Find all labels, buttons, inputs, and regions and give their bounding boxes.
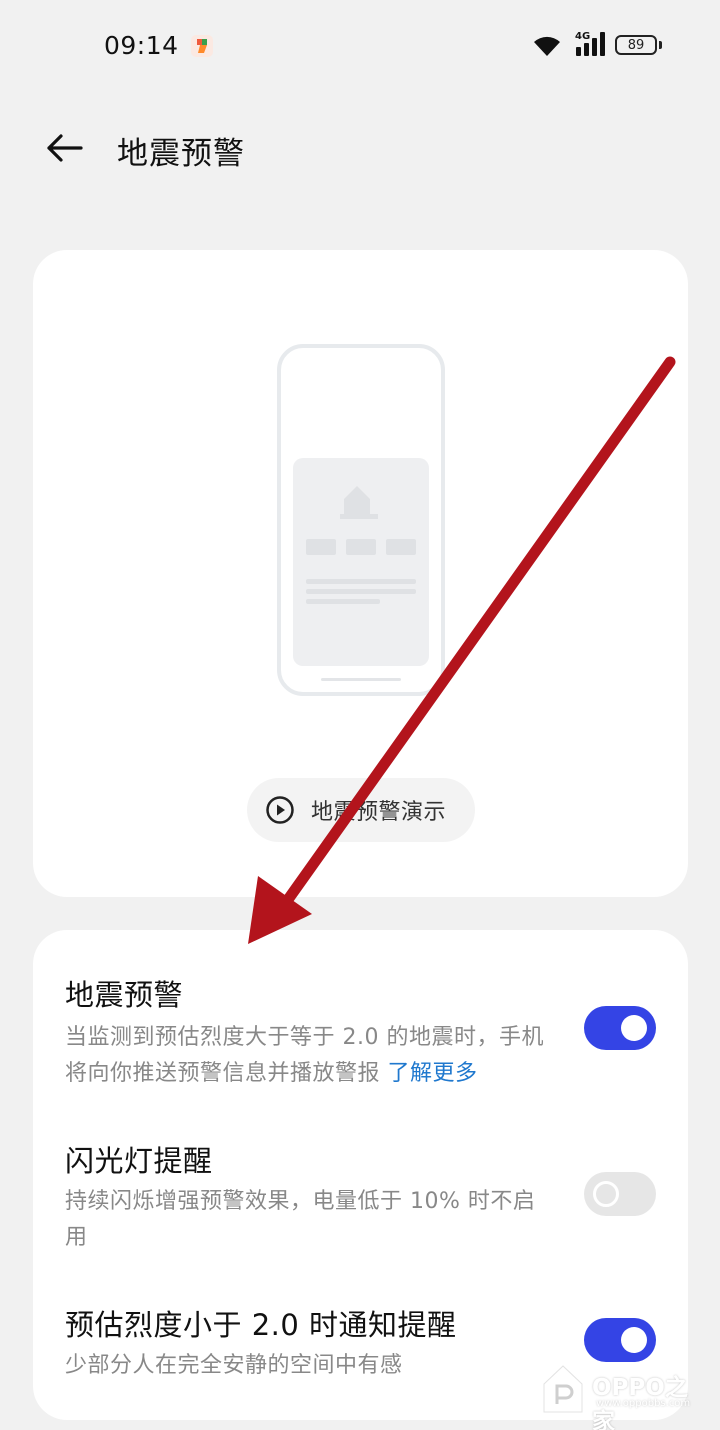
learn-more-link[interactable]: 了解更多 [388, 1061, 478, 1086]
watermark-url: www.oppobbs.com [596, 1398, 691, 1409]
battery-level: 89 [627, 37, 645, 53]
preview-card: 地震预警演示 [33, 250, 688, 897]
flashlight-reminder-toggle[interactable] [584, 1172, 656, 1216]
arrow-left-icon [47, 134, 83, 162]
toggle-knob [621, 1327, 647, 1353]
watermark: OPPO之家 www.oppobbs.com [540, 1362, 710, 1430]
oppo-home-logo-icon [543, 1365, 583, 1413]
demo-label: 地震预警演示 [311, 800, 447, 825]
setting-description: 持续闪烁增强预警效果，电量低于 10% 时不启用 [65, 1189, 536, 1250]
settings-card: 地震预警 当监测到预估烈度大于等于 2.0 的地震时，手机将向你推送预警信息并播… [33, 930, 688, 1420]
toggle-knob [593, 1181, 619, 1207]
wifi-icon [534, 36, 560, 56]
setting-title: 地震预警 [65, 978, 184, 1012]
play-circle-icon [266, 796, 294, 824]
status-bar: 09:14 4G 89 [0, 0, 720, 92]
toggle-knob [621, 1015, 647, 1041]
battery-icon: 89 [615, 35, 657, 55]
setting-description: 少部分人在完全安静的空间中有感 [65, 1353, 403, 1378]
setting-title: 预估烈度小于 2.0 时通知提醒 [65, 1308, 457, 1342]
battery-tip [659, 41, 662, 49]
setting-title: 闪光灯提醒 [65, 1144, 213, 1178]
cellular-signal-icon [576, 32, 605, 56]
earthquake-alert-toggle[interactable] [584, 1006, 656, 1050]
back-button[interactable] [40, 124, 88, 172]
notification-app-icon [191, 35, 213, 57]
low-intensity-notify-toggle[interactable] [584, 1318, 656, 1362]
setting-description: 当监测到预估烈度大于等于 2.0 的地震时，手机将向你推送预警信息并播放警报 了… [65, 1020, 555, 1092]
demo-button[interactable]: 地震预警演示 [247, 778, 475, 842]
phone-earthquake-alert-illustration [277, 344, 445, 696]
status-clock: 09:14 [104, 31, 179, 60]
page-title: 地震预警 [117, 136, 245, 172]
